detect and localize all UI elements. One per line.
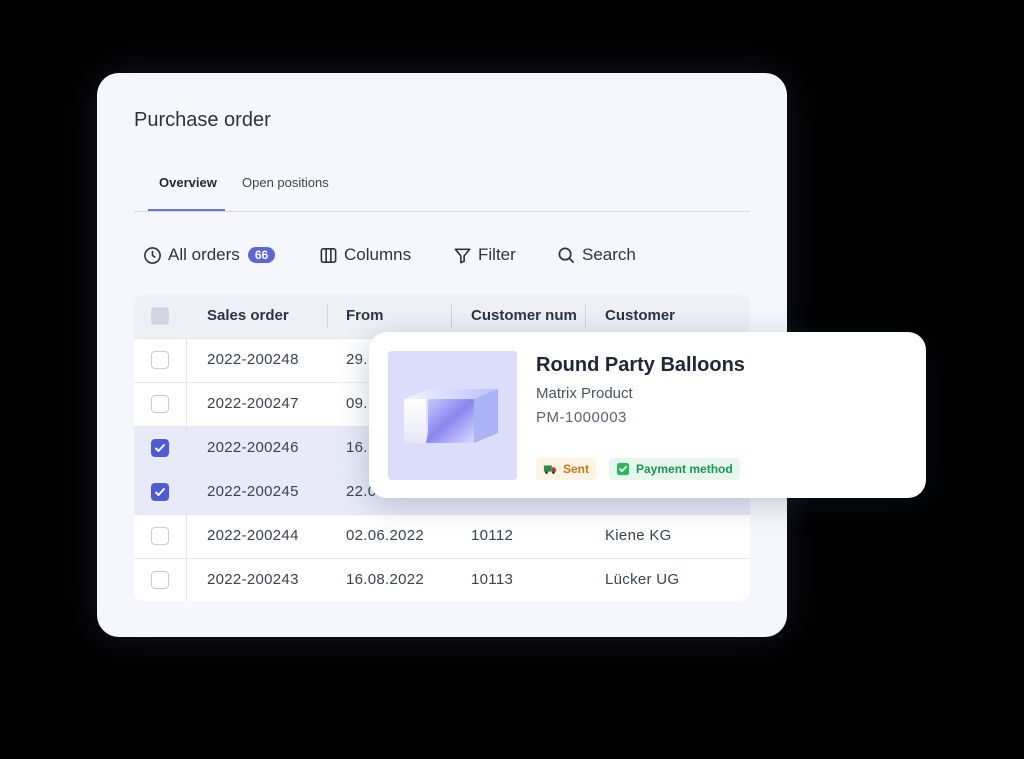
header-divider [327,304,328,328]
header-customer-num[interactable]: Customer num [471,307,577,324]
checkbox-column-divider [186,338,187,601]
product-card[interactable]: Round Party Balloons Matrix Product PM-1… [369,332,926,498]
status-badge-sent: Sent [536,458,597,480]
toolbar: All orders 66 Columns Filter Search [143,245,743,269]
sent-label: Sent [563,462,590,476]
cell-sales-order: 2022-200248 [207,351,299,368]
page-title: Purchase order [134,109,271,131]
cell-sales-order: 2022-200244 [207,527,299,544]
header-from[interactable]: From [346,307,384,324]
header-divider [451,304,452,328]
product-image [388,351,517,480]
tab-open-positions[interactable]: Open positions [242,175,329,190]
order-count-badge: 66 [247,247,276,263]
check-box-icon [616,462,630,476]
check-icon [155,444,165,452]
tab-bar: Overview Open positions [134,167,750,212]
clock-icon [144,246,161,264]
status-badge-payment: Payment method [609,458,740,480]
row-checkbox[interactable] [151,439,169,457]
select-all-checkbox[interactable] [151,307,169,325]
row-checkbox[interactable] [151,571,169,589]
cell-from: 16. [346,439,368,456]
cell-sales-order: 2022-200245 [207,483,299,500]
active-tab-indicator [148,209,225,211]
table-row[interactable]: 2022-200243 16.08.2022 10113 Lücker UG [134,558,750,601]
stage: Purchase order Overview Open positions A… [0,0,1024,759]
columns-button[interactable]: Columns [319,245,411,265]
row-checkbox[interactable] [151,351,169,369]
cell-sales-order: 2022-200243 [207,571,299,588]
header-divider [585,304,586,328]
cell-customer: Lücker UG [605,571,680,588]
header-sales-order[interactable]: Sales order [207,307,289,324]
cell-customer-num: 10113 [471,571,514,588]
row-checkbox[interactable] [151,395,169,413]
row-checkbox[interactable] [151,483,169,501]
cell-sales-order: 2022-200247 [207,395,299,412]
filter-icon [454,248,471,263]
cell-customer-num: 10112 [471,527,514,544]
all-orders-label: All orders [168,245,240,264]
header-customer[interactable]: Customer [605,307,675,324]
search-label: Search [582,245,636,264]
product-subtitle: Matrix Product [536,385,633,402]
product-code: PM-1000003 [536,409,627,426]
table-row[interactable]: 2022-200244 02.06.2022 10112 Kiene KG [134,514,750,559]
search-icon [558,247,575,263]
product-title: Round Party Balloons [536,354,745,376]
cell-from: 02.06.2022 [346,527,425,544]
check-icon [155,488,165,496]
tab-overview[interactable]: Overview [159,175,217,190]
truck-icon [543,465,557,474]
product-box-icon [404,389,498,443]
search-button[interactable]: Search [557,245,636,265]
columns-icon [320,247,337,263]
filter-label: Filter [478,245,516,264]
cell-from: 29. [346,351,368,368]
all-orders-button[interactable]: All orders 66 [143,245,276,265]
cell-from: 16.08.2022 [346,571,425,588]
row-checkbox[interactable] [151,527,169,545]
columns-label: Columns [344,245,412,264]
filter-button[interactable]: Filter [453,245,516,265]
cell-sales-order: 2022-200246 [207,439,299,456]
cell-from: 09. [346,395,368,412]
cell-customer: Kiene KG [605,527,672,544]
payment-method-label: Payment method [636,462,733,476]
